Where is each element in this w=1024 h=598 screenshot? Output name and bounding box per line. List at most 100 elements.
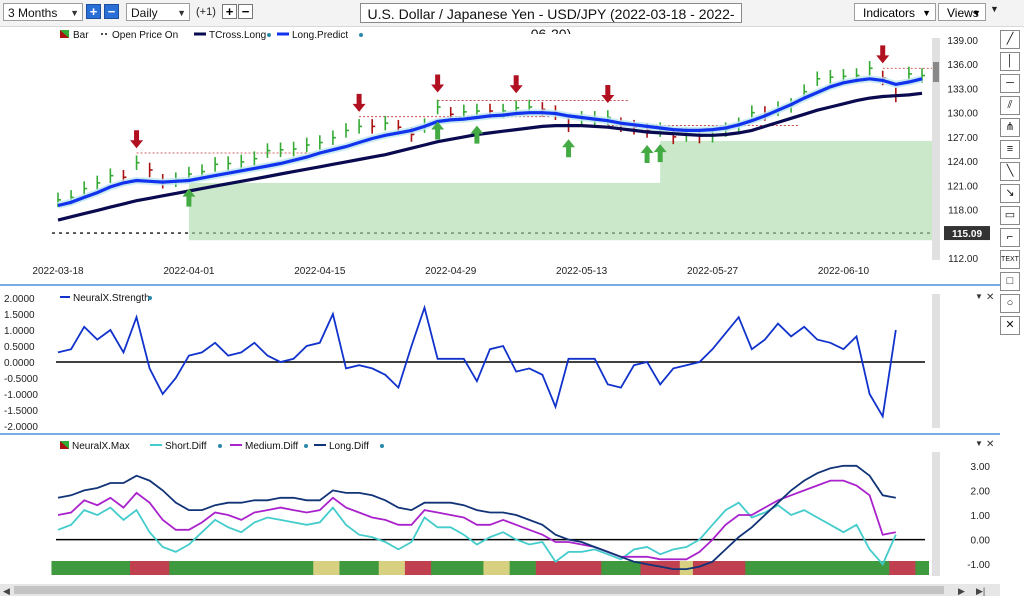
ellipse-icon[interactable]: ○ — [1000, 294, 1020, 313]
signal-strip-cell — [260, 561, 275, 575]
signal-strip-cell — [575, 561, 589, 575]
settings-dot-icon — [148, 296, 152, 300]
trend-channel-icon[interactable]: ⫽ — [1000, 96, 1020, 115]
signal-strip-cell — [797, 561, 812, 575]
legend-long-predict: Long.Predict — [292, 30, 348, 41]
legend-short-diff: Short.Diff — [165, 441, 207, 452]
arrow-icon[interactable]: ↘ — [1000, 184, 1020, 203]
note-icon[interactable]: ⌐ — [1000, 228, 1020, 247]
signal-strip-cell — [90, 561, 105, 575]
signal-strip-cell — [902, 561, 916, 575]
legend-long-diff: Long.Diff — [329, 441, 369, 452]
views-menu-button[interactable]: Views ▼ — [938, 3, 986, 21]
signal-strip-cell — [496, 561, 511, 575]
settings-dot-icon — [380, 444, 384, 448]
price-tick-label: 139.00 — [947, 36, 978, 47]
signal-strip-cell — [313, 561, 327, 575]
scroll-right-icon[interactable]: ▶ — [958, 586, 965, 596]
line-tool-icon[interactable]: ╱ — [1000, 30, 1020, 49]
date-tick-label: 2022-04-29 — [425, 266, 477, 277]
panel-close-icon: ✕ — [986, 439, 994, 450]
signal-strip-cell — [509, 561, 524, 575]
diff-tick-label: 3.00 — [971, 462, 991, 473]
signal-strip-cell — [548, 561, 563, 575]
scrollbar-thumb[interactable] — [14, 586, 944, 594]
signal-strip-cell — [562, 561, 576, 575]
signal-strip-cell — [103, 561, 118, 575]
price-scroll-thumb — [933, 62, 939, 82]
delete-drawing-icon[interactable]: ✕ — [1000, 316, 1020, 335]
signal-strip-cell — [234, 561, 249, 575]
legend-open-price: Open Price On — [112, 30, 178, 41]
signal-strip-cell — [418, 561, 432, 575]
panel-menu-icon: ▼ — [975, 292, 983, 301]
period-select[interactable]: 3 Months ▼ — [3, 3, 83, 21]
diff-tick-label: 1.00 — [971, 511, 991, 522]
legend-neuralx-strength: NeuralX.Strength — [73, 293, 150, 304]
callout-icon[interactable]: ▭ — [1000, 206, 1020, 225]
panel-menu-icon: ▼ — [975, 439, 983, 448]
offset-label: (+1) — [196, 6, 216, 18]
price-tick-label: 124.00 — [947, 157, 978, 168]
pitchfork-icon[interactable]: ⋔ — [1000, 118, 1020, 137]
price-axis: 139.00 136.00 133.00 130.00 127.00 124.00 121.… — [932, 36, 990, 265]
signal-strip-cell — [719, 561, 733, 575]
diff-tick-label: 0.00 — [971, 536, 991, 547]
strength-tick-label: -2.0000 — [4, 422, 38, 433]
text-icon[interactable]: TEXT — [1000, 250, 1020, 269]
signal-strip-cell — [850, 561, 864, 575]
signal-strip-cell — [483, 561, 498, 575]
zoom-out-button[interactable]: − — [104, 4, 119, 19]
settings-dot-icon — [218, 444, 222, 448]
date-tick-label: 2022-04-01 — [163, 266, 215, 277]
signal-strip-cell — [300, 561, 314, 575]
chart-area: 139.00 136.00 133.00 130.00 127.00 124.00 121.… — [0, 30, 1000, 596]
signal-strip-cell — [522, 561, 537, 575]
strength-tick-label: -0.5000 — [4, 374, 38, 385]
signal-strip-cell — [784, 561, 799, 575]
signal-strip-cell — [116, 561, 131, 575]
horizontal-line-icon[interactable]: ─ — [1000, 74, 1020, 93]
open-price-label: 115.09 — [952, 229, 982, 240]
price-tick-label: 136.00 — [947, 60, 978, 71]
chevron-down-icon: ▼ — [177, 8, 186, 18]
signal-strip-cell — [274, 561, 288, 575]
interval-select[interactable]: Daily ▼ — [126, 3, 190, 21]
date-tick-label: 2022-06-10 — [818, 266, 870, 277]
support-zone — [188, 182, 933, 241]
offset-minus-button[interactable]: − — [238, 4, 253, 19]
signal-strip-cell — [221, 561, 236, 575]
fibonacci-icon[interactable]: ≡ — [1000, 140, 1020, 159]
rectangle-icon[interactable]: □ — [1000, 272, 1020, 291]
signal-strip-cell — [810, 561, 825, 575]
signal-strip-cell — [470, 561, 484, 575]
signal-strip-cell — [182, 561, 196, 575]
zoom-in-button[interactable]: + — [86, 4, 101, 19]
strength-tick-label: 0.0000 — [4, 358, 35, 369]
interval-value: Daily — [131, 6, 158, 20]
short-diff-line — [57, 501, 897, 566]
signal-strip-cell — [156, 561, 170, 575]
signal-strip-cell — [352, 561, 367, 575]
signal-strip-cell — [365, 561, 380, 575]
price-tick-label: 130.00 — [947, 109, 978, 120]
signal-strip-cell — [836, 561, 851, 575]
measure-icon[interactable]: ╲ — [1000, 162, 1020, 181]
signal-strip-cell — [208, 561, 223, 575]
strength-tick-label: 0.5000 — [4, 342, 35, 353]
scroll-left-icon[interactable]: ◀ — [3, 586, 10, 596]
panel-close-icon: ✕ — [986, 292, 994, 303]
indicators-menu-button[interactable]: Indicators ▼ — [854, 3, 936, 21]
signal-strip-cell — [404, 561, 419, 575]
legend-tcross: TCross.Long — [209, 30, 266, 41]
signal-strip-cell — [915, 561, 930, 575]
pin-down-icon[interactable]: ▼ — [990, 4, 999, 14]
date-tick-label: 2022-03-18 — [32, 266, 84, 277]
vertical-line-icon[interactable]: │ — [1000, 52, 1020, 71]
settings-dot-icon — [359, 33, 363, 37]
legend-neuralx-max: NeuralX.Max — [72, 441, 130, 452]
signal-strip-cell — [77, 561, 92, 575]
scroll-end-icon[interactable]: ▶| — [976, 586, 985, 596]
offset-plus-button[interactable]: + — [222, 4, 237, 19]
strength-scroll-track — [932, 294, 940, 428]
